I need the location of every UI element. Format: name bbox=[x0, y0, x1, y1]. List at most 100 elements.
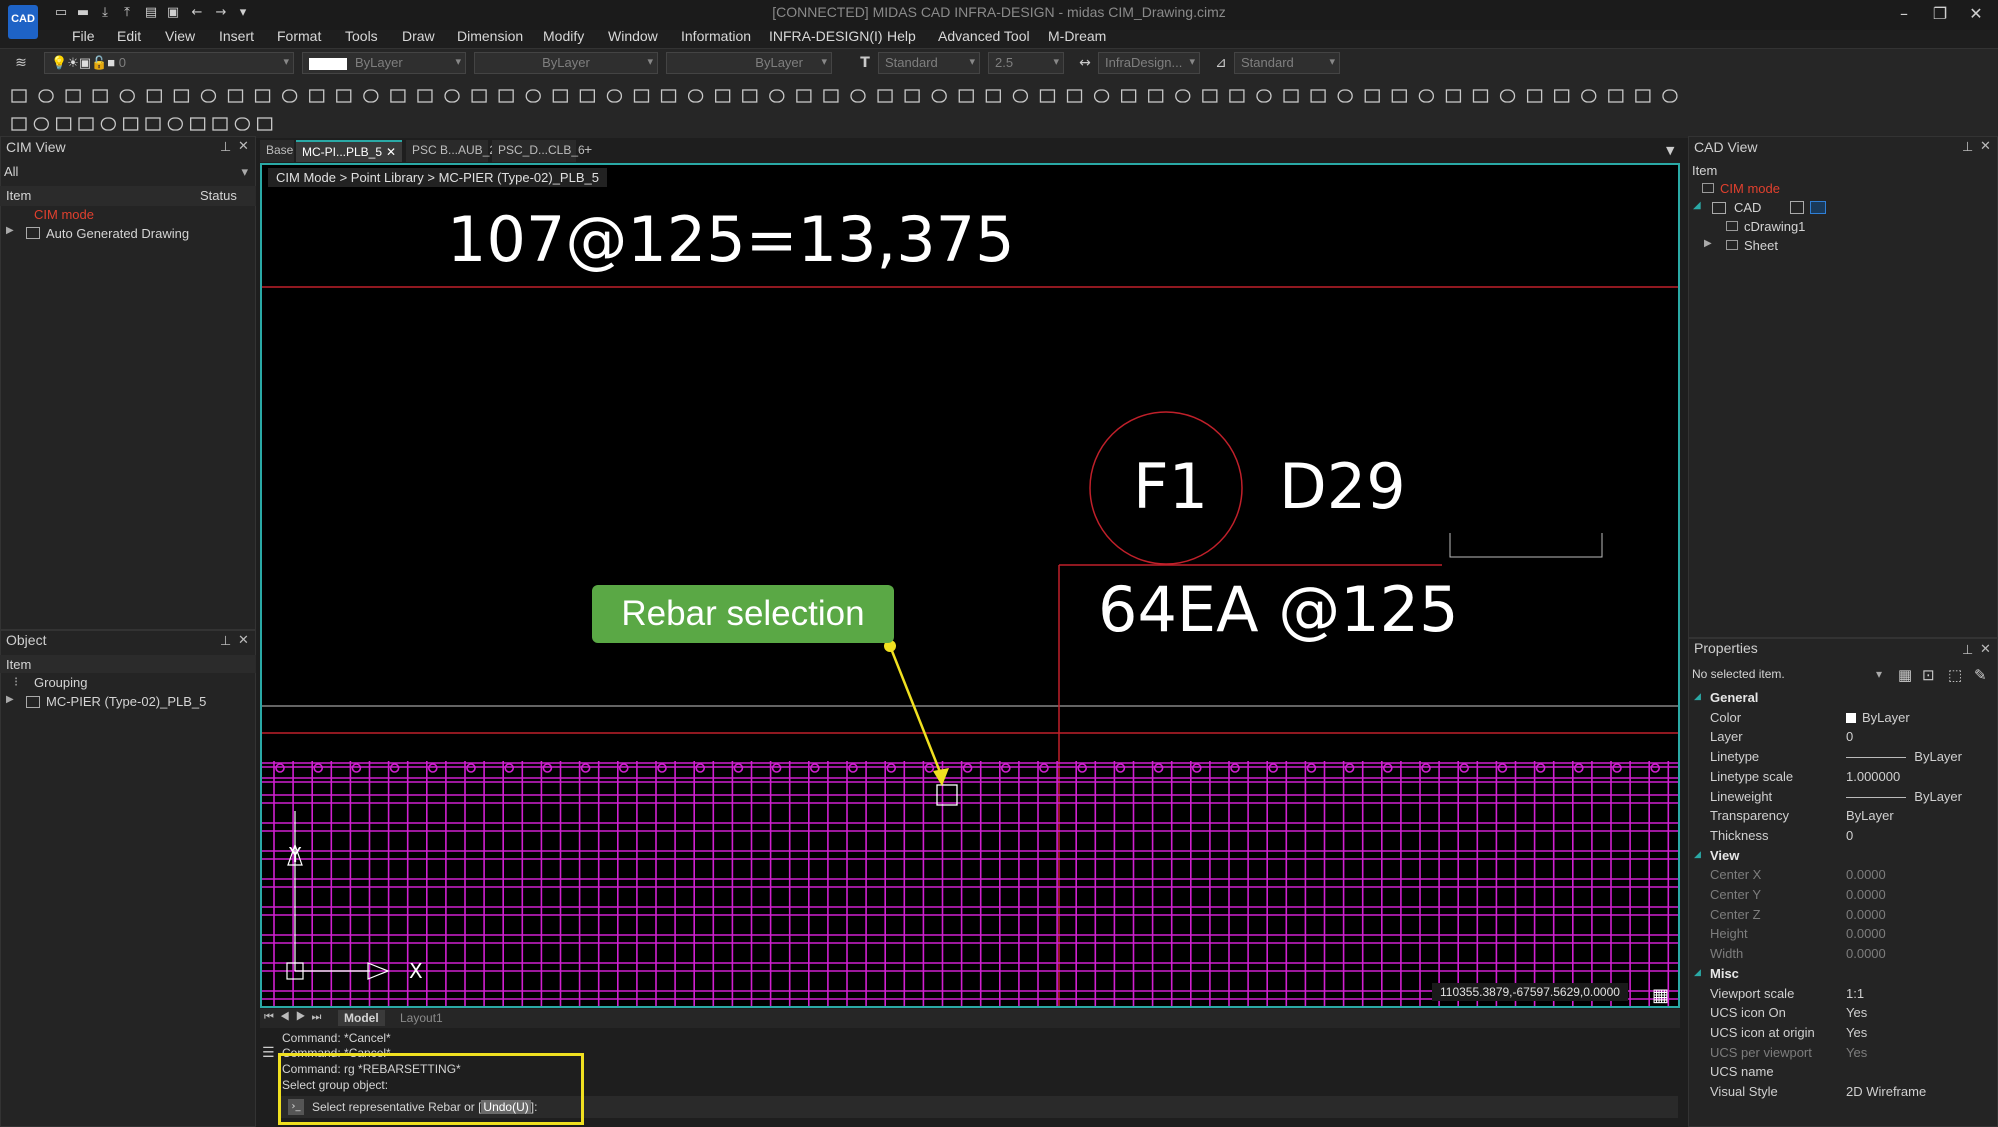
dimension-style-dropdown[interactable]: InfraDesign... bbox=[1098, 52, 1200, 74]
menu-modify[interactable]: Modify bbox=[543, 28, 584, 44]
toolbar-tool-icon[interactable] bbox=[227, 89, 244, 103]
rebar-section[interactable] bbox=[313, 763, 324, 773]
cim-item-cim-mode[interactable]: CIM mode bbox=[34, 207, 94, 222]
rebar-section[interactable] bbox=[466, 763, 476, 773]
toolbar-tool-icon[interactable] bbox=[65, 89, 81, 103]
toolbar-tool-icon[interactable] bbox=[1526, 89, 1543, 103]
toolbar-tool-icon[interactable] bbox=[715, 89, 731, 103]
toolbar-tool-icon[interactable] bbox=[660, 89, 677, 103]
pin-icon[interactable]: ⊥ bbox=[220, 140, 231, 155]
print-icon[interactable]: ▤ bbox=[144, 6, 158, 20]
rebar-section[interactable] bbox=[962, 763, 973, 773]
toolbar-tool-icon[interactable] bbox=[931, 89, 947, 103]
import-icon[interactable]: ⤓ bbox=[98, 6, 112, 20]
toolbar-tool-icon[interactable] bbox=[1202, 89, 1218, 103]
select-objects-icon[interactable]: ⊡ bbox=[1922, 666, 1935, 684]
quick-select-icon[interactable]: ▦ bbox=[1898, 666, 1912, 684]
rebar-section[interactable] bbox=[1650, 763, 1660, 773]
toolbar-tool-icon[interactable] bbox=[769, 89, 785, 103]
rebar-section[interactable] bbox=[1115, 763, 1126, 773]
open-folder-icon[interactable]: ▬ bbox=[76, 6, 90, 20]
rebar-section[interactable] bbox=[542, 763, 553, 773]
toolbar-tool-icon[interactable] bbox=[1283, 89, 1299, 103]
toolbar-tool-icon[interactable] bbox=[633, 89, 650, 103]
tab-base[interactable]: Base bbox=[260, 140, 294, 162]
menu-information[interactable]: Information bbox=[681, 28, 751, 44]
rebar-section[interactable] bbox=[1230, 763, 1240, 773]
drawing-canvas[interactable]: 107@125=13,375 F1 D29 64EA @125 Rebar se… bbox=[260, 163, 1680, 1008]
quick-access-dropdown-icon[interactable]: ▾ bbox=[236, 6, 250, 20]
color-dropdown[interactable]: ByLayer bbox=[302, 52, 466, 74]
tab-psc-d[interactable]: PSC_D...CLB_6 bbox=[492, 140, 585, 162]
property-value[interactable]: Yes bbox=[1846, 1005, 1867, 1020]
menu-window[interactable]: Window bbox=[608, 28, 658, 44]
toolbar-tool-icon[interactable] bbox=[1364, 89, 1380, 103]
toolbar-tool-icon[interactable] bbox=[904, 89, 920, 103]
app-logo[interactable]: CAD bbox=[8, 5, 38, 39]
menu-format[interactable]: Format bbox=[277, 28, 321, 44]
rebar-section[interactable] bbox=[809, 763, 820, 773]
rebar-section[interactable] bbox=[1191, 763, 1202, 773]
property-value[interactable]: 0 bbox=[1846, 729, 1853, 744]
toolbar-tool-icon[interactable] bbox=[1554, 89, 1570, 103]
property-value[interactable]: 0.0000 bbox=[1846, 946, 1886, 961]
expand-arrow-icon[interactable]: ▶ bbox=[6, 225, 14, 236]
toolbar-tool-icon[interactable] bbox=[234, 117, 250, 131]
toolbar-tool-icon[interactable] bbox=[1066, 89, 1083, 103]
object-item-grouping[interactable]: Grouping bbox=[34, 675, 87, 690]
toolbar-tool-icon[interactable] bbox=[390, 89, 406, 103]
menu-edit[interactable]: Edit bbox=[117, 28, 141, 44]
toolbar-tool-icon[interactable] bbox=[471, 89, 487, 103]
rebar-section[interactable] bbox=[1421, 763, 1431, 773]
property-value[interactable]: 0.0000 bbox=[1846, 887, 1886, 902]
tab-layout1[interactable]: Layout1 bbox=[400, 1011, 443, 1025]
close-cad-view-icon[interactable]: ✕ bbox=[1980, 139, 1991, 154]
property-value[interactable]: 1.000000 bbox=[1846, 769, 1900, 784]
menu-help[interactable]: Help bbox=[887, 28, 916, 44]
rebar-grid[interactable] bbox=[262, 761, 1678, 1006]
pin-icon[interactable]: ⊥ bbox=[220, 634, 231, 649]
property-value[interactable]: 2D Wireframe bbox=[1846, 1084, 1926, 1099]
property-value[interactable]: 0 bbox=[1846, 828, 1853, 843]
collapse-arrow-icon[interactable]: ◢ bbox=[1694, 967, 1701, 978]
layer-manager-icon[interactable]: ≋ bbox=[12, 54, 30, 72]
toolbar-tool-icon[interactable] bbox=[1093, 89, 1110, 103]
toolbar-tool-icon[interactable] bbox=[417, 89, 433, 103]
property-value[interactable]: Yes bbox=[1846, 1045, 1867, 1060]
restore-button[interactable]: ❐ bbox=[1920, 2, 1960, 26]
section-view[interactable]: View bbox=[1710, 848, 1739, 863]
text-style-dropdown[interactable]: Standard bbox=[878, 52, 980, 74]
toggle-pickadd-icon[interactable]: ✎ bbox=[1974, 666, 1987, 684]
toolbar-tool-icon[interactable] bbox=[1445, 89, 1462, 103]
command-menu-icon[interactable]: ☰ bbox=[262, 1045, 275, 1061]
toolbar-icons[interactable] bbox=[0, 80, 1998, 138]
rebar-section[interactable] bbox=[924, 763, 935, 773]
menu-infra-design[interactable]: INFRA-DESIGN(I) bbox=[769, 28, 883, 44]
property-value[interactable]: 0.0000 bbox=[1846, 867, 1886, 882]
toolbar-tool-icon[interactable] bbox=[1391, 89, 1407, 103]
grid-toggle-icon[interactable]: ▦ bbox=[1652, 985, 1669, 1006]
rebar-section[interactable] bbox=[389, 763, 400, 773]
undo-icon[interactable]: ← bbox=[190, 6, 204, 20]
toolbar-tool-icon[interactable] bbox=[123, 117, 139, 131]
toolbar-tool-icon[interactable] bbox=[444, 89, 460, 103]
dimension-style-icon[interactable]: ↔ bbox=[1076, 54, 1094, 72]
toolbar-tool-icon[interactable] bbox=[145, 117, 161, 131]
toolbar-tool-icon[interactable] bbox=[1175, 89, 1191, 103]
property-value[interactable]: ByLayer bbox=[1846, 808, 1894, 823]
toolbar-tool-icon[interactable] bbox=[92, 89, 108, 103]
toolbar-tool-icon[interactable] bbox=[877, 89, 893, 103]
property-value[interactable]: 0.0000 bbox=[1846, 907, 1886, 922]
save-icon[interactable]: ▣ bbox=[166, 6, 180, 20]
rebar-section[interactable] bbox=[351, 763, 362, 773]
toolbar-tool-icon[interactable] bbox=[687, 89, 704, 103]
rebar-section[interactable] bbox=[733, 763, 744, 773]
rebar-section[interactable] bbox=[580, 763, 591, 773]
toolbar-tool-icon[interactable] bbox=[1581, 89, 1597, 103]
toolbar-tool-icon[interactable] bbox=[1635, 89, 1651, 103]
expand-arrow-icon[interactable]: ▶ bbox=[1704, 238, 1712, 249]
property-value[interactable]: 0.0000 bbox=[1846, 926, 1886, 941]
rebar-section[interactable] bbox=[1497, 763, 1508, 773]
pin-icon[interactable]: ⊥ bbox=[1962, 643, 1973, 658]
menu-draw[interactable]: Draw bbox=[402, 28, 435, 44]
